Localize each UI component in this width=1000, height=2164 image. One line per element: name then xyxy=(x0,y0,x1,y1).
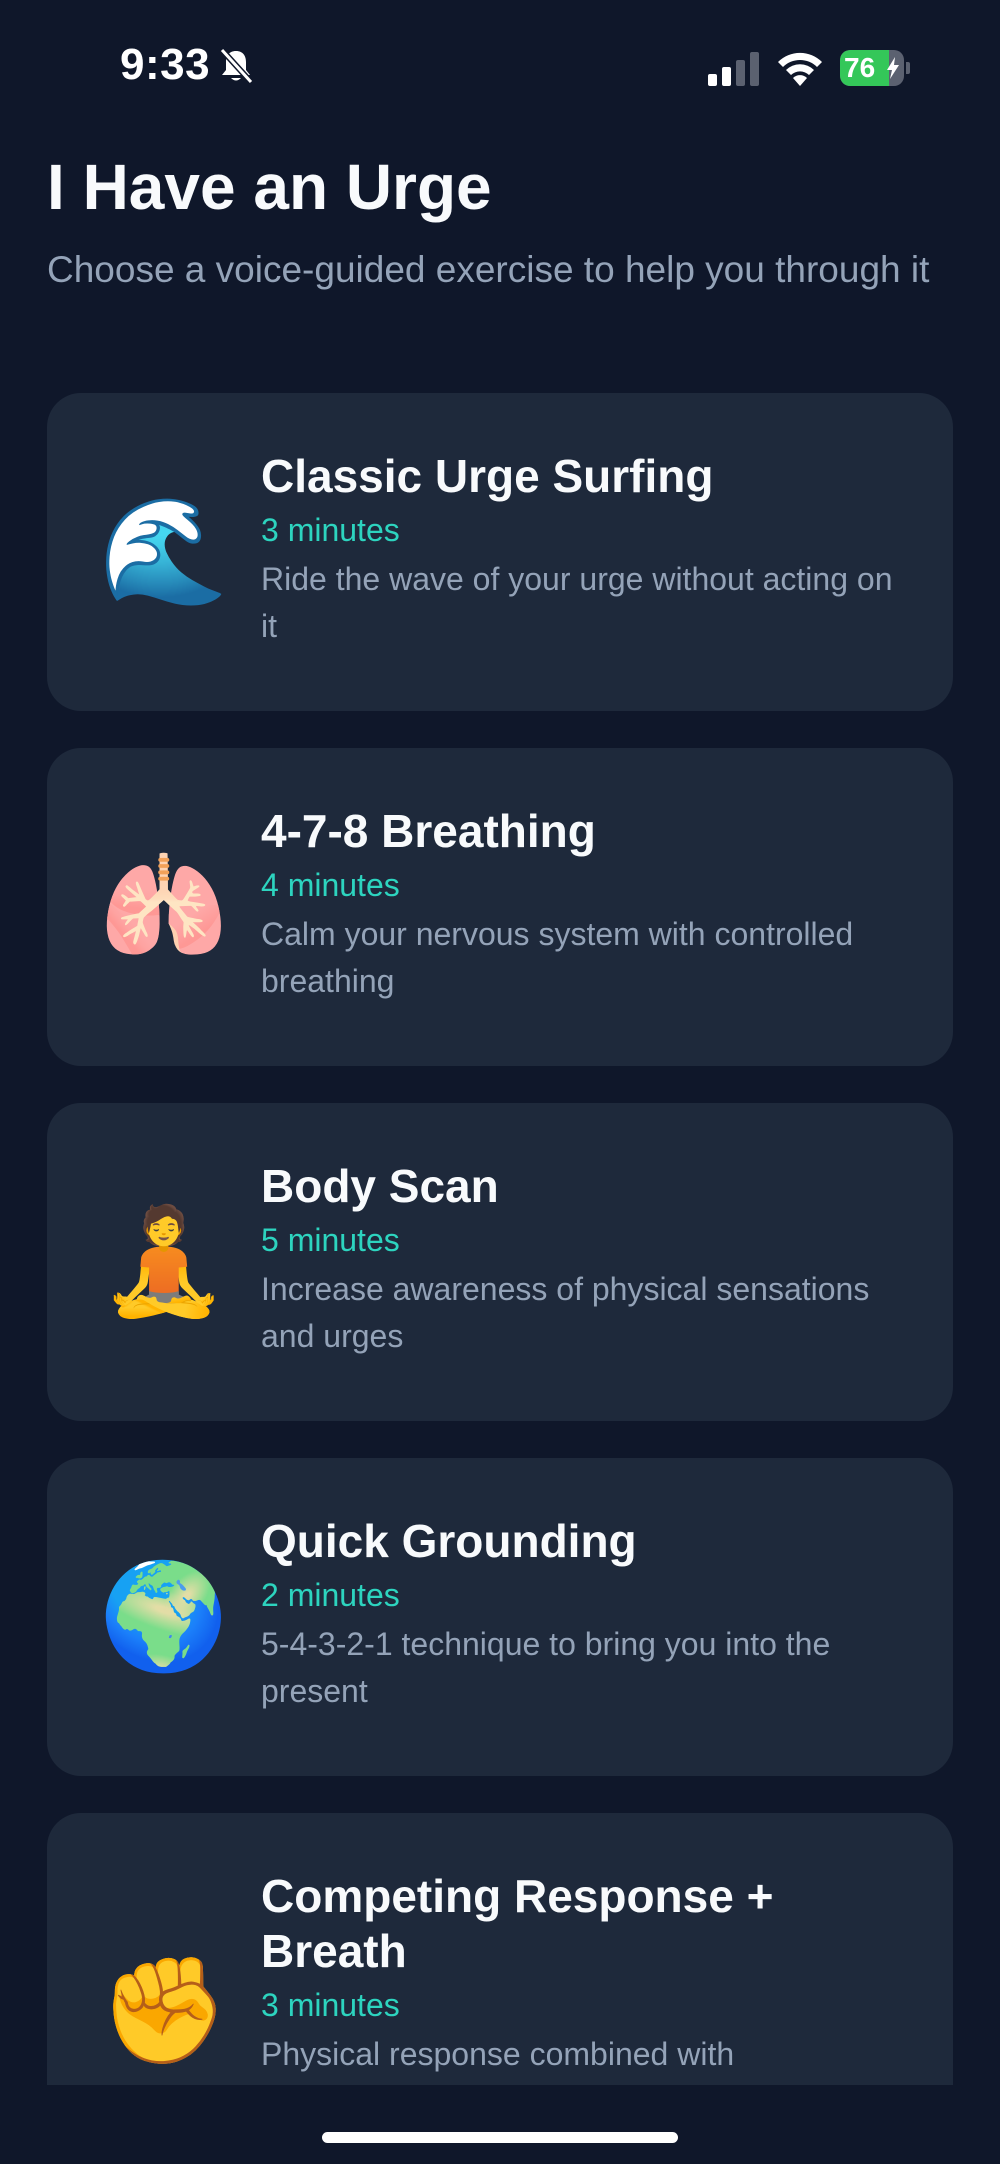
exercise-card-body-scan[interactable]: 🧘 Body Scan 5 minutes Increase awareness… xyxy=(47,1103,953,1421)
page-subtitle: Choose a voice-guided exercise to help y… xyxy=(47,249,930,290)
exercise-card-quick-grounding[interactable]: 🌍 Quick Grounding 2 minutes 5-4-3-2-1 te… xyxy=(47,1458,953,1776)
exercise-duration: 5 minutes xyxy=(261,1222,400,1258)
exercise-description: Ride the wave of your urge without actin… xyxy=(261,561,893,644)
exercise-duration: 2 minutes xyxy=(261,1577,400,1613)
exercise-title: 4-7-8 Breathing xyxy=(261,805,596,857)
wave-icon: 🌊 xyxy=(99,494,229,610)
battery-indicator: 76 xyxy=(840,50,910,86)
exercise-title: Quick Grounding xyxy=(261,1515,637,1567)
exercise-card-478-breathing[interactable]: 🫁 4-7-8 Breathing 4 minutes Calm your ne… xyxy=(47,748,953,1066)
exercise-title: Classic Urge Surfing xyxy=(261,450,714,502)
charging-bolt-icon xyxy=(887,57,899,79)
status-bar: 9:33 76 xyxy=(0,0,1000,130)
raised-fist-icon: ✊ xyxy=(99,1953,229,2069)
status-time: 9:33 xyxy=(120,40,211,89)
exercise-duration: 3 minutes xyxy=(261,512,400,548)
exercise-description: 5-4-3-2-1 technique to bring you into th… xyxy=(261,1626,831,1709)
exercise-card-urge-surfing[interactable]: 🌊 Classic Urge Surfing 3 minutes Ride th… xyxy=(47,393,953,711)
exercise-description: Increase awareness of physical sensation… xyxy=(261,1271,870,1354)
exercise-description: Physical response combined with xyxy=(261,2036,735,2072)
home-indicator[interactable] xyxy=(322,2132,678,2143)
exercise-duration: 3 minutes xyxy=(261,1987,400,2023)
exercise-title: Competing Response + Breath xyxy=(261,1870,774,1977)
bell-slash-icon xyxy=(219,47,254,85)
exercise-duration: 4 minutes xyxy=(261,867,400,903)
wifi-icon xyxy=(778,52,822,86)
meditation-icon: 🧘 xyxy=(99,1204,229,1320)
page-title: I Have an Urge xyxy=(47,151,492,223)
battery-level: 76 xyxy=(844,52,876,83)
exercise-card-competing-response[interactable]: ✊ Competing Response + Breath 3 minutes … xyxy=(47,1813,953,2085)
lungs-icon: 🫁 xyxy=(99,849,229,965)
globe-icon: 🌍 xyxy=(99,1559,229,1675)
battery-cap xyxy=(906,62,910,74)
exercise-title: Body Scan xyxy=(261,1160,499,1212)
exercise-list: 🌊 Classic Urge Surfing 3 minutes Ride th… xyxy=(47,393,953,2085)
exercise-description: Calm your nervous system with controlled… xyxy=(261,916,854,999)
cellular-signal-icon xyxy=(708,52,759,86)
